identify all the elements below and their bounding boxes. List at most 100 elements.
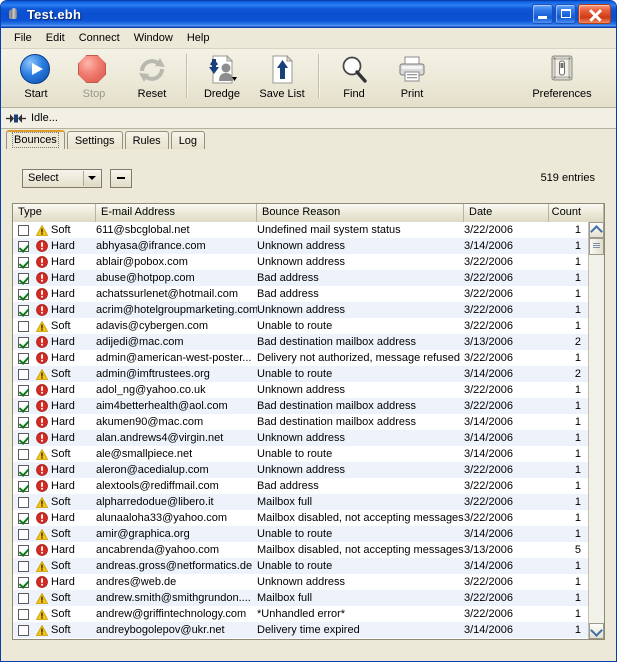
row-checkbox-cell[interactable] xyxy=(13,225,33,236)
row-checkbox-cell[interactable] xyxy=(13,577,33,588)
row-checkbox[interactable] xyxy=(18,337,29,348)
table-row[interactable]: Softadavis@cybergen.comUnable to route3/… xyxy=(13,318,604,334)
row-checkbox[interactable] xyxy=(18,225,29,236)
row-checkbox-cell[interactable] xyxy=(13,449,33,460)
table-row[interactable]: Hardalunaaloha33@yahoo.comMailbox disabl… xyxy=(13,510,604,526)
row-checkbox[interactable] xyxy=(18,433,29,444)
table-row[interactable]: Softamir@graphica.orgUnable to route3/14… xyxy=(13,526,604,542)
dredge-button[interactable]: Dredge xyxy=(193,52,251,100)
row-checkbox[interactable] xyxy=(18,465,29,476)
row-checkbox-cell[interactable] xyxy=(13,529,33,540)
row-checkbox[interactable] xyxy=(18,609,29,620)
column-header-count[interactable]: Count xyxy=(549,204,604,222)
row-checkbox[interactable] xyxy=(18,305,29,316)
table-row[interactable]: Softale@smallpiece.netUnable to route3/1… xyxy=(13,446,604,462)
menu-connect[interactable]: Connect xyxy=(72,30,127,46)
table-row[interactable]: Hardadol_ng@yahoo.co.ukUnknown address3/… xyxy=(13,382,604,398)
row-checkbox[interactable] xyxy=(18,417,29,428)
table-row[interactable]: Hardandres@web.deUnknown address3/22/200… xyxy=(13,574,604,590)
table-row[interactable]: Softandreybogolepov@ukr.netDelivery time… xyxy=(13,622,604,638)
row-checkbox-cell[interactable] xyxy=(13,337,33,348)
column-header-email[interactable]: E-mail Address xyxy=(96,204,257,222)
row-checkbox-cell[interactable] xyxy=(13,369,33,380)
row-checkbox[interactable] xyxy=(18,257,29,268)
table-row[interactable]: Hardaleron@acedialup.comUnknown address3… xyxy=(13,462,604,478)
row-checkbox-cell[interactable] xyxy=(13,609,33,620)
row-checkbox[interactable] xyxy=(18,577,29,588)
row-checkbox[interactable] xyxy=(18,545,29,556)
column-header-type[interactable]: Type xyxy=(13,204,96,222)
menu-window[interactable]: Window xyxy=(127,30,180,46)
table-row[interactable]: Hardancabrenda@yahoo.comMailbox disabled… xyxy=(13,542,604,558)
preferences-button[interactable]: Preferences xyxy=(516,52,608,100)
row-checkbox[interactable] xyxy=(18,561,29,572)
menu-file[interactable]: File xyxy=(7,30,39,46)
maximize-button[interactable] xyxy=(555,4,576,24)
row-checkbox-cell[interactable] xyxy=(13,273,33,284)
minimize-button[interactable] xyxy=(532,4,553,24)
row-checkbox-cell[interactable] xyxy=(13,625,33,636)
row-checkbox-cell[interactable] xyxy=(13,513,33,524)
print-button[interactable]: Print xyxy=(383,52,441,100)
save-list-button[interactable]: Save List xyxy=(251,52,313,100)
row-checkbox[interactable] xyxy=(18,449,29,460)
tab-bounces[interactable]: Bounces xyxy=(6,130,65,149)
scroll-up-button[interactable] xyxy=(589,222,604,238)
tab-log[interactable]: Log xyxy=(171,131,205,149)
row-checkbox-cell[interactable] xyxy=(13,545,33,556)
row-checkbox-cell[interactable] xyxy=(13,433,33,444)
table-row[interactable]: Hardadmin@american-west-poster...Deliver… xyxy=(13,350,604,366)
table-row[interactable]: Hardachatssurlenet@hotmail.comBad addres… xyxy=(13,286,604,302)
table-row[interactable]: Hardadijedi@mac.comBad destination mailb… xyxy=(13,334,604,350)
row-checkbox[interactable] xyxy=(18,481,29,492)
row-checkbox-cell[interactable] xyxy=(13,401,33,412)
row-checkbox[interactable] xyxy=(18,593,29,604)
row-checkbox-cell[interactable] xyxy=(13,561,33,572)
reset-button[interactable]: Reset xyxy=(123,52,181,100)
table-row[interactable]: Hardakumen90@mac.comBad destination mail… xyxy=(13,414,604,430)
column-header-reason[interactable]: Bounce Reason xyxy=(257,204,464,222)
vertical-scrollbar[interactable] xyxy=(588,222,604,639)
scroll-down-button[interactable] xyxy=(589,623,604,639)
tab-rules[interactable]: Rules xyxy=(125,131,169,149)
start-button[interactable]: Start xyxy=(7,52,65,100)
row-checkbox-cell[interactable] xyxy=(13,593,33,604)
row-checkbox-cell[interactable] xyxy=(13,257,33,268)
table-row[interactable]: Softandrew@griffintechnology.com*Unhandl… xyxy=(13,606,604,622)
row-checkbox-cell[interactable] xyxy=(13,241,33,252)
row-checkbox[interactable] xyxy=(18,625,29,636)
close-button[interactable] xyxy=(578,4,611,24)
scroll-thumb[interactable] xyxy=(589,238,604,255)
table-row[interactable]: Hardalextools@rediffmail.comBad address3… xyxy=(13,478,604,494)
table-row[interactable]: Hardalan.andrews4@virgin.netUnknown addr… xyxy=(13,430,604,446)
table-row[interactable]: Hardaim4betterhealth@aol.comBad destinat… xyxy=(13,398,604,414)
row-checkbox[interactable] xyxy=(18,497,29,508)
row-checkbox[interactable] xyxy=(18,385,29,396)
row-checkbox-cell[interactable] xyxy=(13,465,33,476)
table-row[interactable]: Hardabhyasa@ifrance.comUnknown address3/… xyxy=(13,238,604,254)
row-checkbox-cell[interactable] xyxy=(13,497,33,508)
row-checkbox-cell[interactable] xyxy=(13,481,33,492)
row-checkbox[interactable] xyxy=(18,241,29,252)
menu-edit[interactable]: Edit xyxy=(39,30,72,46)
row-checkbox[interactable] xyxy=(18,353,29,364)
row-checkbox[interactable] xyxy=(18,401,29,412)
row-checkbox[interactable] xyxy=(18,369,29,380)
table-row[interactable]: Hardabuse@hotpop.comBad address3/22/2006… xyxy=(13,270,604,286)
row-checkbox[interactable] xyxy=(18,321,29,332)
menu-help[interactable]: Help xyxy=(180,30,217,46)
row-checkbox-cell[interactable] xyxy=(13,305,33,316)
row-checkbox[interactable] xyxy=(18,513,29,524)
row-checkbox-cell[interactable] xyxy=(13,385,33,396)
chevron-down-icon[interactable] xyxy=(83,171,100,186)
row-checkbox[interactable] xyxy=(18,529,29,540)
find-button[interactable]: Find xyxy=(325,52,383,100)
select-dropdown[interactable]: Select xyxy=(22,169,102,188)
table-row[interactable]: Softadmin@imftrustees.orgUnable to route… xyxy=(13,366,604,382)
table-row[interactable]: Soft611@sbcglobal.netUndefined mail syst… xyxy=(13,222,604,238)
row-checkbox[interactable] xyxy=(18,289,29,300)
stop-button[interactable]: Stop xyxy=(65,52,123,100)
minus-button[interactable] xyxy=(110,169,132,188)
table-row[interactable]: Softandrew.smith@smithgrundon....Mailbox… xyxy=(13,590,604,606)
row-checkbox[interactable] xyxy=(18,273,29,284)
